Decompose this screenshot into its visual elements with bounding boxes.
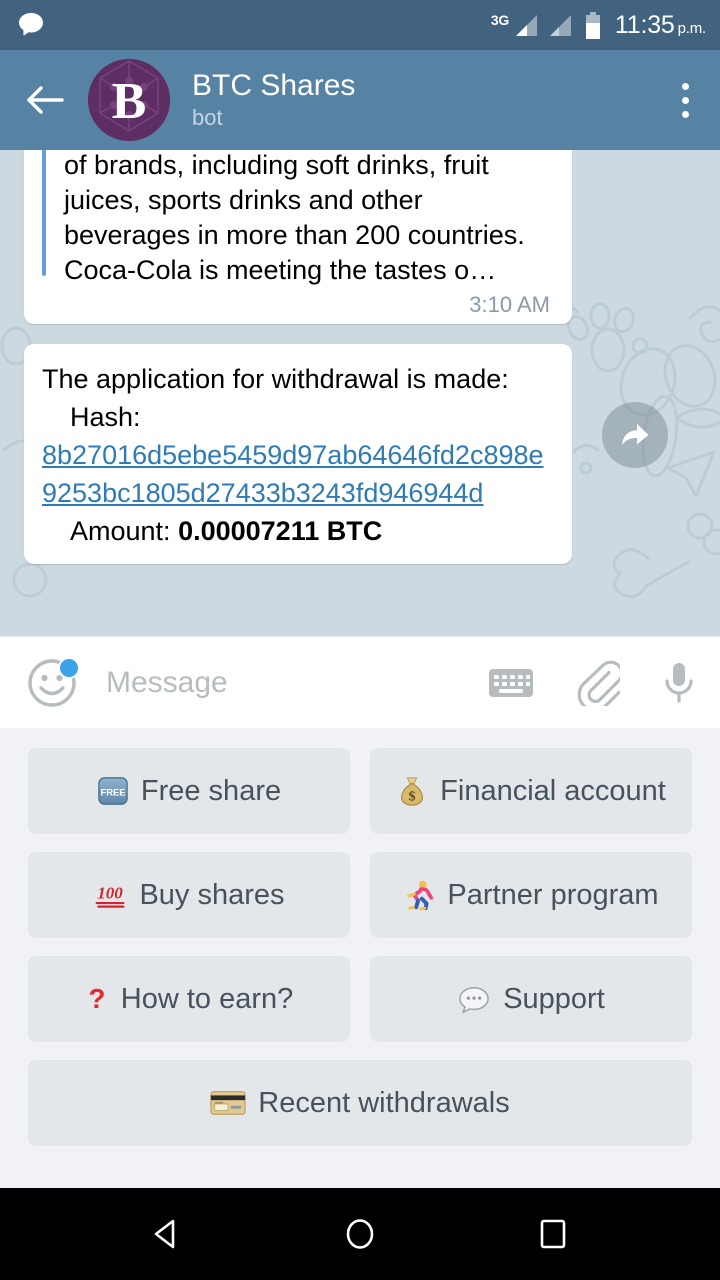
hundred-points-emoji: 100	[93, 879, 127, 911]
message-bubble-quoted[interactable]: of brands, including soft drinks, fruit …	[24, 150, 572, 324]
message-input-bar	[0, 636, 720, 728]
signal-bars-icon-2	[547, 12, 573, 38]
back-arrow-icon[interactable]	[24, 80, 64, 120]
svg-text:?: ?	[88, 983, 105, 1014]
svg-text:FREE: FREE	[100, 787, 125, 798]
status-bar-right: 3G 11:35 p.m.	[491, 11, 706, 40]
runner-emoji	[403, 879, 435, 911]
status-bar-left	[16, 10, 491, 40]
keyboard-button-financial-account[interactable]: $ Financial account	[370, 748, 692, 834]
keyboard-row: FREE Free share $ Financial account	[28, 748, 692, 834]
microphone-icon[interactable]	[662, 660, 696, 706]
telegram-chat-screen: 3G 11:35 p.m. B BTC Shares bot of brands…	[0, 0, 720, 1280]
avatar-letter: B	[112, 73, 147, 130]
keyboard-icon[interactable]	[488, 666, 534, 700]
svg-text:100: 100	[98, 884, 124, 903]
avatar[interactable]: B	[88, 59, 170, 141]
chat-title-block[interactable]: BTC Shares bot	[192, 69, 668, 131]
message-timestamp: 3:10 AM	[469, 292, 550, 317]
speech-balloon-emoji	[457, 984, 491, 1014]
chat-subtitle: bot	[192, 105, 223, 130]
status-bar: 3G 11:35 p.m.	[0, 0, 720, 50]
new-stickers-badge	[58, 656, 80, 679]
keyboard-button-support[interactable]: Support	[370, 956, 692, 1042]
keyboard-button-buy-shares[interactable]: 100 Buy shares	[28, 852, 350, 938]
signal-bars-icon	[513, 12, 539, 38]
keyboard-button-label: Partner program	[447, 878, 659, 911]
menu-dot	[681, 110, 689, 118]
amount-value: 0.00007211 BTC	[178, 516, 383, 546]
chat-app-bar: B BTC Shares bot	[0, 50, 720, 150]
keyboard-row: ? How to earn? Support	[28, 956, 692, 1042]
overflow-menu-icon[interactable]	[668, 78, 702, 122]
withdrawal-headline: The application for withdrawal is made:	[42, 364, 509, 394]
chat-scroll-container[interactable]: of brands, including soft drinks, fruit …	[0, 150, 720, 636]
amount-row: Amount: 0.00007211 BTC	[42, 512, 554, 550]
message-body: of brands, including soft drinks, fruit …	[42, 150, 554, 288]
free-button-emoji: FREE	[97, 775, 129, 807]
android-navigation-bar	[0, 1188, 720, 1280]
keyboard-button-partner-program[interactable]: Partner program	[370, 852, 692, 938]
forward-arrow-icon[interactable]	[602, 402, 668, 468]
bot-custom-keyboard: FREE Free share $ Financial account 100 …	[0, 728, 720, 1188]
keyboard-button-free-share[interactable]: FREE Free share	[28, 748, 350, 834]
red-question-mark-emoji: ?	[85, 983, 109, 1015]
chat-bubble-icon	[16, 10, 46, 40]
chat-message-area[interactable]: of brands, including soft drinks, fruit …	[0, 150, 720, 636]
keyboard-button-label: Recent withdrawals	[258, 1086, 510, 1119]
amount-label: Amount:	[70, 516, 171, 546]
keyboard-button-label: How to earn?	[120, 982, 294, 1015]
battery-icon	[585, 11, 601, 39]
money-bag-emoji: $	[396, 775, 428, 807]
network-type-label: 3G	[490, 11, 509, 28]
keyboard-button-recent-withdrawals[interactable]: Recent withdrawals	[28, 1060, 692, 1146]
quote-accent-bar	[42, 150, 46, 276]
menu-dot	[681, 96, 689, 104]
menu-dot	[681, 82, 689, 90]
android-recents-icon[interactable]	[523, 1204, 583, 1264]
keyboard-button-label: Financial account	[440, 774, 666, 807]
page-title: BTC Shares	[192, 69, 356, 102]
message-text: of brands, including soft drinks, fruit …	[64, 150, 525, 285]
android-home-icon[interactable]	[330, 1204, 390, 1264]
keyboard-row: Recent withdrawals	[28, 1060, 692, 1146]
keyboard-button-label: Free share	[140, 774, 282, 807]
credit-card-emoji	[210, 1089, 246, 1117]
android-back-icon[interactable]	[137, 1204, 197, 1264]
paperclip-icon[interactable]	[576, 660, 620, 706]
search-input message-input[interactable]	[104, 664, 446, 701]
svg-text:$: $	[409, 788, 416, 804]
transaction-hash-link[interactable]: 8b27016d5ebe5459d97ab64646fd2c898e9253bc…	[42, 436, 554, 512]
hash-label: Hash:	[70, 402, 141, 432]
keyboard-button-label: Buy shares	[139, 878, 285, 911]
status-bar-clock: 11:35 p.m.	[614, 10, 706, 39]
smiley-face-icon[interactable]	[26, 656, 80, 709]
keyboard-row: 100 Buy shares Partner program	[28, 852, 692, 938]
keyboard-button-label: Support	[503, 982, 605, 1015]
keyboard-button-how-to-earn[interactable]: ? How to earn?	[28, 956, 350, 1042]
message-bubble-withdrawal[interactable]: The application for withdrawal is made: …	[24, 344, 572, 564]
